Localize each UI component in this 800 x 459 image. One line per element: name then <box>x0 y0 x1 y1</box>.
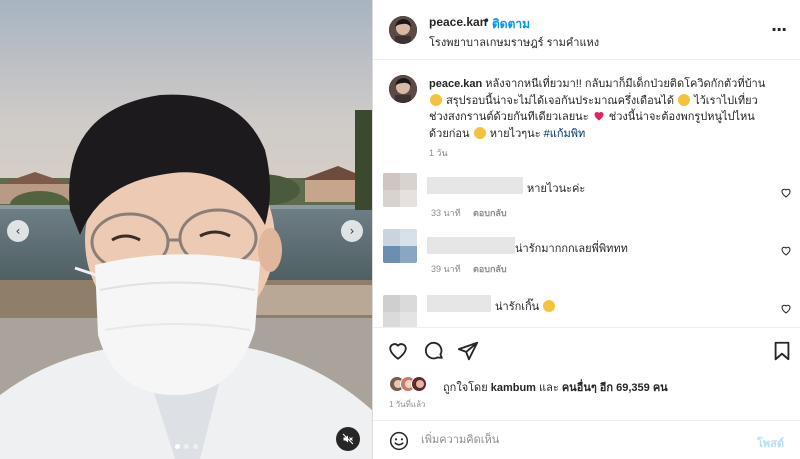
chevron-right-icon: › <box>349 224 355 238</box>
author-avatar[interactable] <box>389 16 417 44</box>
likes-count-link[interactable]: คนอื่นๆ อีก 69,359 คน <box>562 382 668 394</box>
carousel-next-button[interactable]: › <box>341 220 363 242</box>
comments-section: peace.kan หลังจากหนีเที่ยวมา!! กลับมาก็ม… <box>373 61 800 327</box>
likes-summary: ถูกใจโดย kambum และ คนอื่นๆ อีก 69,359 ค… <box>389 376 789 394</box>
post-actions-bar <box>373 327 800 373</box>
comment-text: น่ารักเกิ๊น <box>495 297 556 315</box>
carousel-indicator <box>0 444 372 449</box>
grinning-emoji-icon <box>430 93 442 106</box>
comment-text: หายไวนะค่ะ <box>527 183 586 195</box>
carousel-prev-button[interactable]: ‹ <box>7 220 29 242</box>
comment-avatar[interactable] <box>383 295 417 327</box>
likes-text: ถูกใจโดย kambum และ คนอื่นๆ อีก 69,359 ค… <box>443 382 668 394</box>
comment-text: น่ารักมากกกเลยพี่พิททท <box>515 243 628 255</box>
author-username[interactable]: peace.kan <box>429 15 487 29</box>
header-separator: • <box>483 14 491 28</box>
comment-reply-button[interactable]: ตอบกลับ <box>473 206 507 220</box>
smile-icon[interactable] <box>389 431 409 451</box>
comment-input[interactable] <box>421 429 741 451</box>
caption-username[interactable]: peace.kan <box>429 78 482 90</box>
comment-heart-icon[interactable] <box>780 187 792 199</box>
comment-item: หายไวนะค่ะ 33 นาที ตอบกลับ <box>373 169 800 229</box>
more-options-button[interactable]: ··· <box>771 20 787 39</box>
comment-item: น่ารักมากกกเลยพี่พิททท 39 นาที ตอบกลับ <box>373 229 800 289</box>
comment-item: น่ารักเกิ๊น <box>373 289 800 327</box>
liker-username[interactable]: kambum <box>491 382 536 394</box>
caption-text: สรุปรอบนี้น่าจะไม่ได้เจอกันประมาณครึ่งเด… <box>446 94 674 107</box>
carousel-dot <box>183 444 189 449</box>
video-frame <box>0 0 372 459</box>
comment-username-redacted[interactable] <box>427 177 523 194</box>
caption-text: หายไวๆนะ <box>489 127 541 140</box>
liker-avatar[interactable] <box>411 376 427 392</box>
speaker-muted-icon <box>342 433 354 445</box>
comment-avatar[interactable] <box>383 173 417 207</box>
comment-heart-icon[interactable] <box>780 245 792 257</box>
bookmark-icon[interactable] <box>771 340 793 362</box>
location-link[interactable]: โรงพยาบาลเกษมราษฎร์ รามคำแหง <box>429 33 599 51</box>
carousel-dot <box>192 444 198 449</box>
comment-avatar[interactable] <box>383 229 417 263</box>
grinning-emoji-icon <box>543 300 556 312</box>
comment-timestamp: 33 นาที <box>431 208 461 218</box>
caption-avatar[interactable] <box>389 75 417 103</box>
chevron-left-icon: ‹ <box>15 224 21 238</box>
follow-button[interactable]: ติดตาม <box>492 15 530 34</box>
comment-username-redacted[interactable] <box>427 295 491 312</box>
instagram-post-modal: ‹ › peace.kan • ติดตาม โรงพยาบาลเกษมราษฎ… <box>0 0 800 459</box>
hashtag-link[interactable]: #แก้มพิท <box>544 128 586 140</box>
comment-composer: โพสต์ <box>373 420 800 459</box>
post-media[interactable]: ‹ › <box>0 0 372 459</box>
comment-timestamp: 39 นาที <box>431 264 461 274</box>
post-header: peace.kan • ติดตาม โรงพยาบาลเกษมราษฎร์ ร… <box>373 0 800 60</box>
comment-icon[interactable] <box>423 340 445 362</box>
caption-text: หลังจากหนีเที่ยวมา!! กลับมาก็มีเด็กป่วยต… <box>485 78 766 90</box>
more-horizontal-icon: ··· <box>771 20 787 39</box>
post-comment-button[interactable]: โพสต์ <box>757 434 784 452</box>
comment-reply-button[interactable]: ตอบกลับ <box>473 262 507 276</box>
comment-username-redacted[interactable] <box>427 237 515 254</box>
carousel-dot <box>174 444 180 449</box>
red-heart-emoji-icon <box>594 112 604 121</box>
caption-timestamp: 1 วัน <box>429 148 448 158</box>
post-timestamp: 1 วันที่แล้ว <box>389 400 426 409</box>
relieved-emoji-icon <box>473 126 486 139</box>
send-icon[interactable] <box>457 340 479 362</box>
comment-heart-icon[interactable] <box>780 303 792 315</box>
heart-icon[interactable] <box>387 340 409 362</box>
grinning-emoji-icon <box>678 93 691 106</box>
post-caption: peace.kan หลังจากหนีเที่ยวมา!! กลับมาก็ม… <box>429 76 769 142</box>
post-side-panel: peace.kan • ติดตาม โรงพยาบาลเกษมราษฎร์ ร… <box>372 0 800 459</box>
mute-toggle-button[interactable] <box>336 427 360 451</box>
